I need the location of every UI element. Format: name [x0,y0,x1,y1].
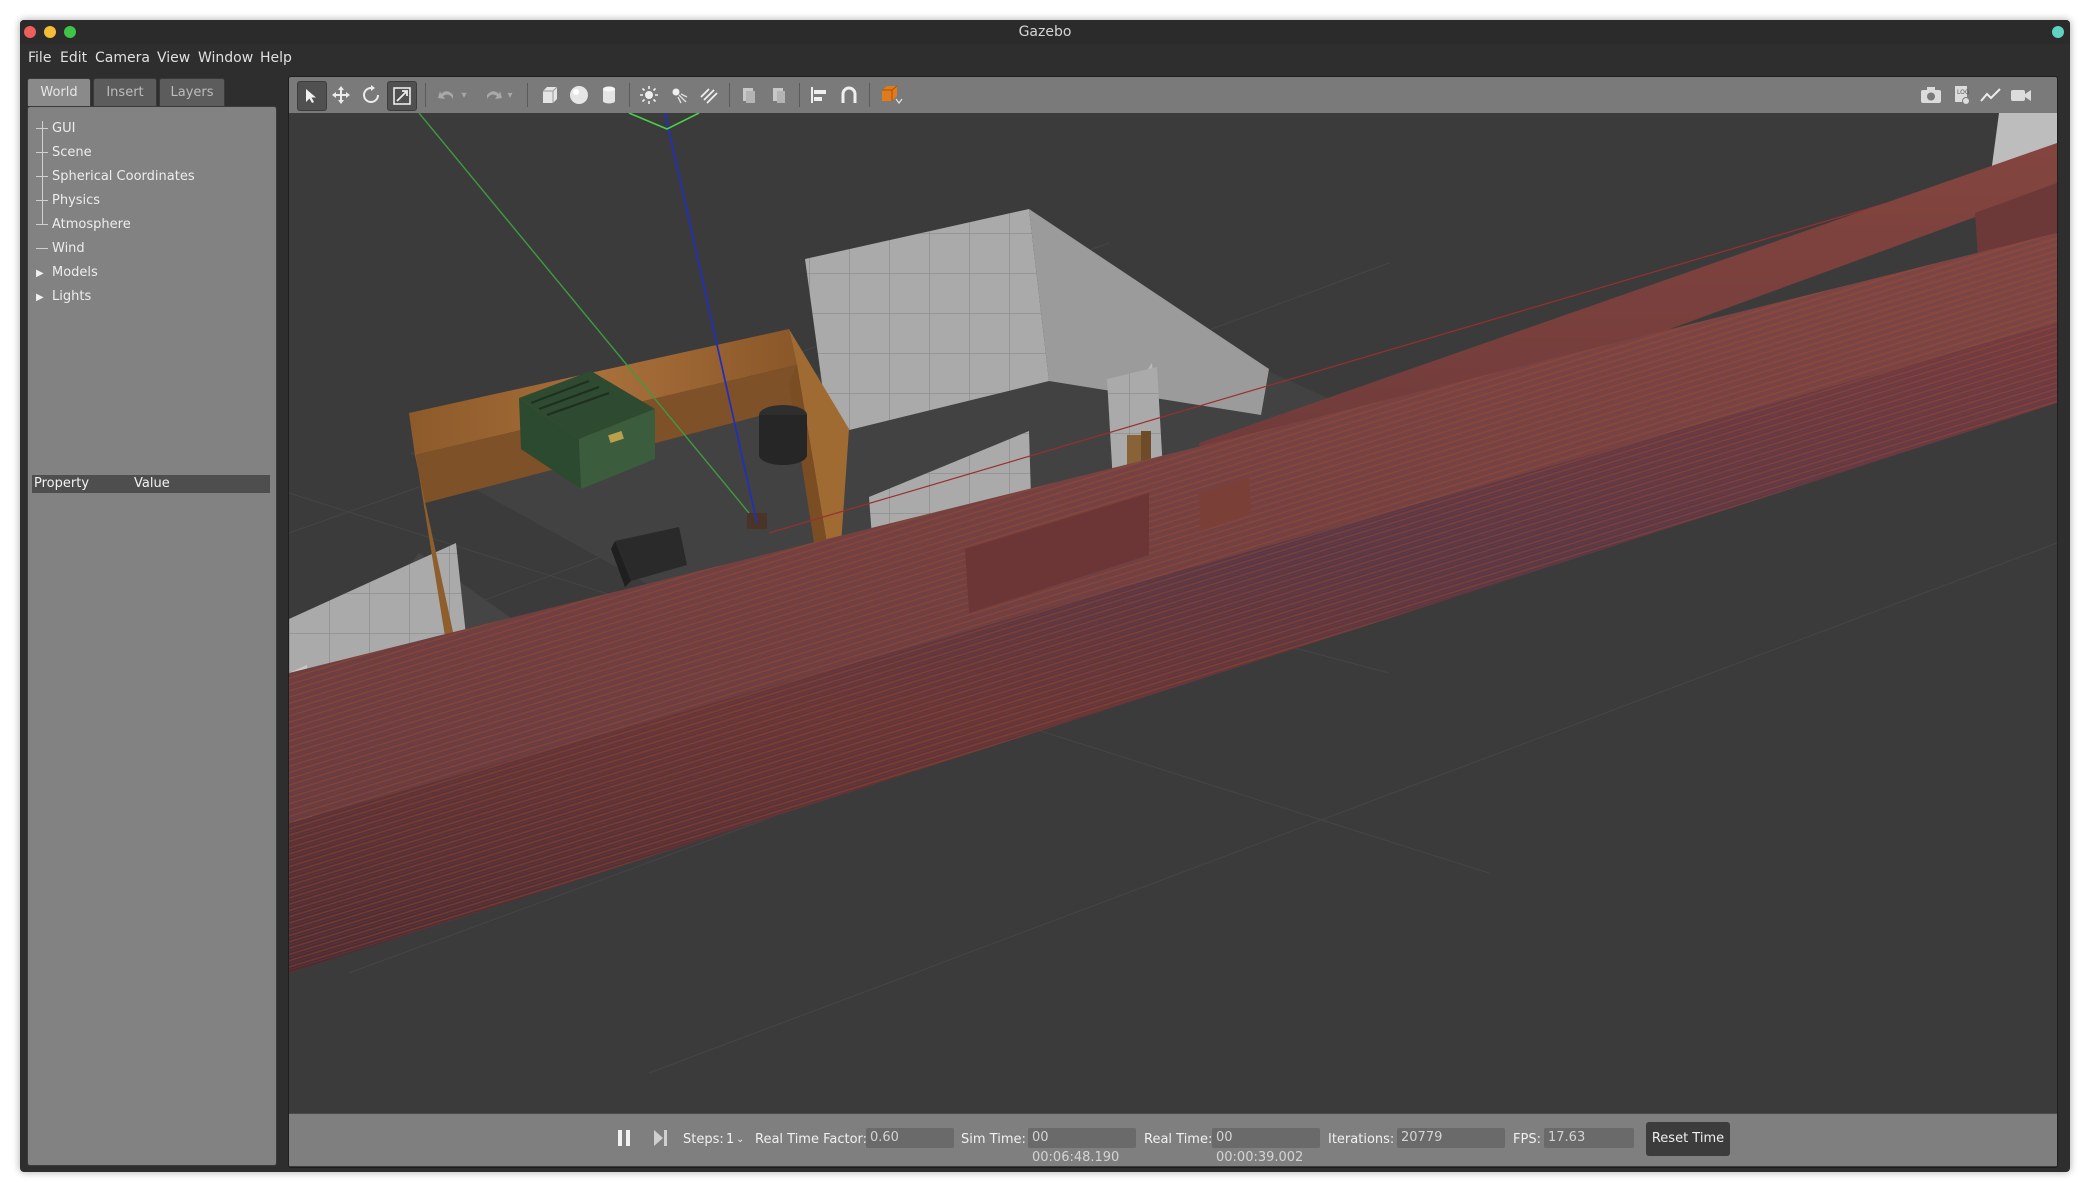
status-bar: Steps: 1 ⌄ Real Time Factor: 0.60 Sim Ti… [289,1113,2057,1166]
tree-item-label: GUI [52,121,76,136]
log-icon[interactable]: LOG [1947,81,1975,109]
real-time-factor-field: 0.60 [866,1128,954,1148]
toolbar-separator [869,83,870,107]
tree-item-spherical-coordinates[interactable]: Spherical Coordinates [36,165,195,189]
tab-layers[interactable]: Layers [159,78,225,106]
expand-arrow-icon[interactable]: ▶ [36,286,48,310]
steps-value[interactable]: 1 [726,1130,734,1150]
tab-insert[interactable]: Insert [93,78,157,106]
tree-item-label: Spherical Coordinates [52,169,195,184]
plot-icon[interactable] [1977,81,2005,109]
real-time-field: 00 00:00:39.002 [1212,1128,1320,1165]
left-panel: World Insert Layers GUI Scene Spherical … [27,76,277,1166]
scene-render [289,112,2057,1113]
tree-item-label: Lights [52,289,92,304]
real-time-label: Real Time: [1144,1132,1213,1147]
value-column-header: Value [134,476,170,491]
sim-time-field: 00 00:06:48.190 [1028,1128,1136,1165]
expand-arrow-icon[interactable]: ▶ [36,262,48,286]
spot-light-icon[interactable] [665,81,693,109]
iterations-field: 20779 [1397,1128,1505,1148]
toolbar-separator [799,83,800,107]
minimize-window-button[interactable] [44,26,56,38]
pause-icon[interactable] [617,1129,631,1147]
menu-file[interactable]: File [26,44,53,72]
tree-item-atmosphere[interactable]: Atmosphere [36,213,131,237]
fps-field: 17.63 [1544,1128,1634,1148]
sim-time-label: Sim Time: [961,1132,1026,1147]
view-angle-icon[interactable] [877,81,905,109]
tree-item-physics[interactable]: Physics [36,189,100,213]
tree-item-scene[interactable]: Scene [36,141,92,165]
rotate-icon[interactable] [357,81,385,109]
title-bar: Gazebo [20,20,2070,44]
toolbar-separator [729,83,730,107]
steps-label: Steps: [683,1132,724,1147]
menu-window[interactable]: Window [196,44,255,72]
tree-item-label: Scene [52,145,92,160]
world-tree-panel: GUI Scene Spherical Coordinates Physics … [27,106,277,1166]
tree-item-label: Atmosphere [52,217,131,232]
menu-bar: File Edit Camera View Window Help [20,44,2070,72]
tree-item-wind[interactable]: Wind [36,237,85,261]
tree-item-gui[interactable]: GUI [36,117,75,141]
menu-view[interactable]: View [155,44,192,72]
tree-item-label: Physics [52,193,101,208]
status-dot-icon [2052,26,2064,38]
reset-time-button[interactable]: Reset Time [1646,1122,1730,1156]
menu-help[interactable]: Help [258,44,294,72]
left-panel-tabs: World Insert Layers [27,76,277,106]
tree-item-label: Wind [52,241,85,256]
copy-icon[interactable] [735,81,763,109]
svg-text:LOG: LOG [1957,89,1970,96]
fps-label: FPS: [1513,1132,1541,1147]
3d-viewport[interactable] [289,112,2057,1113]
scale-icon[interactable] [387,81,417,111]
tree-item-models[interactable]: ▶ Models [36,261,98,285]
iterations-label: Iterations: [1328,1132,1395,1147]
tree-item-label: Models [52,265,98,280]
window-title: Gazebo [1018,24,1072,40]
steps-dropdown-icon[interactable]: ⌄ [736,1130,744,1150]
point-light-icon[interactable] [635,81,663,109]
undo-dropdown-icon[interactable]: ▾ [457,81,471,109]
box-icon[interactable] [535,81,563,109]
translate-icon[interactable] [327,81,355,109]
select-arrow-icon[interactable] [297,81,327,111]
align-icon[interactable] [805,81,833,109]
render-panel: ▾ ▾ LOG Steps: 1 ⌄ Real Time Factor: 0.6… [288,76,2058,1168]
cylinder-icon[interactable] [595,81,623,109]
tab-world[interactable]: World [27,78,91,106]
close-window-button[interactable] [24,26,36,38]
directional-light-icon[interactable] [695,81,723,109]
screenshot-icon[interactable] [1917,81,1945,109]
toolbar: ▾ ▾ LOG [289,77,2057,114]
paste-icon[interactable] [765,81,793,109]
step-icon[interactable] [653,1129,669,1147]
toolbar-separator [527,83,528,107]
menu-camera[interactable]: Camera [93,44,152,72]
toolbar-separator [425,83,426,107]
video-record-icon[interactable] [2007,81,2035,109]
snap-icon[interactable] [835,81,863,109]
tree-item-lights[interactable]: ▶ Lights [36,285,91,309]
property-table-header: Property Value [32,475,270,493]
menu-edit[interactable]: Edit [58,44,89,72]
real-time-factor-label: Real Time Factor: [755,1132,868,1147]
maximize-window-button[interactable] [64,26,76,38]
gazebo-window: Gazebo File Edit Camera View Window Help… [20,20,2070,1172]
toolbar-separator [629,83,630,107]
property-column-header: Property [34,476,90,491]
redo-dropdown-icon[interactable]: ▾ [503,81,517,109]
sphere-icon[interactable] [565,81,593,109]
